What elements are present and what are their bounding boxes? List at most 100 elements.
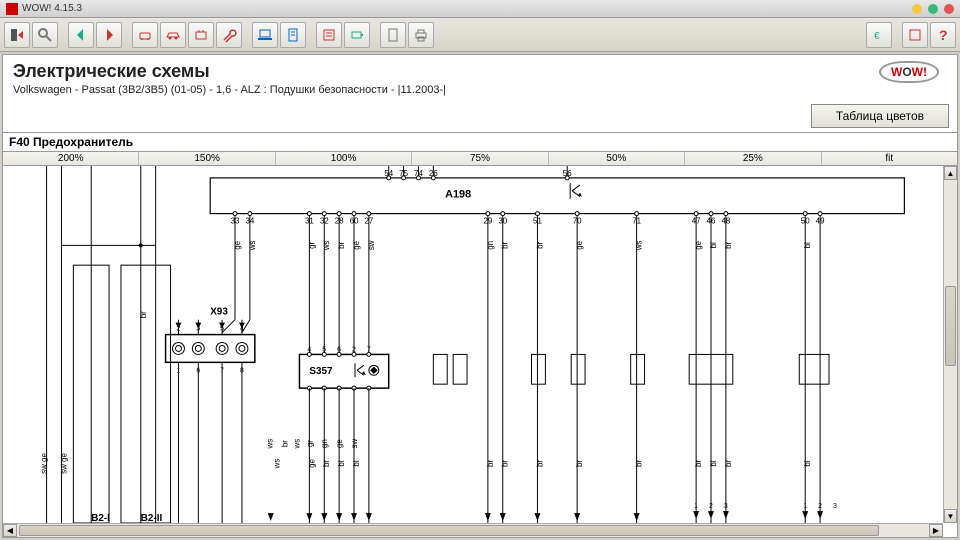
svg-text:3: 3 (833, 503, 837, 510)
hscroll-thumb[interactable] (19, 525, 879, 536)
svg-text:bl: bl (337, 460, 346, 466)
svg-text:bl: bl (352, 460, 361, 466)
svg-text:br: br (281, 440, 290, 447)
zoom-150[interactable]: 150% (139, 152, 275, 165)
svg-text:ge: ge (307, 459, 316, 468)
svg-text:?: ? (939, 27, 948, 43)
svg-text:2: 2 (818, 503, 822, 510)
component-bar[interactable]: F40 Предохранитель (3, 132, 957, 152)
svg-text:B2-I: B2-I (91, 513, 110, 523)
battery-icon[interactable] (344, 22, 370, 48)
car-front-icon[interactable] (132, 22, 158, 48)
exit-button[interactable] (4, 22, 30, 48)
zoom-100[interactable]: 100% (276, 152, 412, 165)
svg-text:sw: sw (367, 240, 376, 250)
titlebar: WOW! 4.15.3 (0, 0, 960, 18)
svg-text:bl: bl (803, 242, 812, 248)
zoom-75[interactable]: 75% (412, 152, 548, 165)
svg-text:br: br (501, 460, 510, 467)
document-icon[interactable] (280, 22, 306, 48)
svg-text:br: br (535, 241, 544, 248)
wow-logo: WOW! (879, 61, 939, 83)
svg-text:ge: ge (352, 240, 361, 249)
color-table-button[interactable]: Таблица цветов (811, 104, 949, 128)
window-title: WOW! 4.15.3 (22, 3, 912, 14)
svg-text:3: 3 (724, 503, 728, 510)
svg-text:br: br (535, 460, 544, 467)
toolbar: € ? (0, 18, 960, 52)
scroll-down-icon[interactable]: ▼ (944, 509, 957, 523)
forward-button[interactable] (96, 22, 122, 48)
svg-text:gn: gn (320, 439, 329, 448)
svg-text:ge: ge (233, 240, 242, 249)
minimize-button[interactable] (912, 4, 922, 14)
svg-text:gn: gn (486, 241, 495, 250)
svg-text:X93: X93 (210, 307, 228, 318)
svg-text:S357: S357 (309, 366, 333, 377)
tool-button-2[interactable] (32, 22, 58, 48)
scroll-left-icon[interactable]: ◀ (3, 524, 17, 537)
laptop-icon[interactable] (252, 22, 278, 48)
page-title: Электрические схемы (13, 61, 947, 82)
svg-text:bl: bl (803, 460, 812, 466)
svg-text:B2-II: B2-II (141, 513, 163, 523)
horizontal-scrollbar[interactable]: ◀ ▶ (3, 523, 943, 537)
svg-text:br: br (501, 241, 510, 248)
svg-text:bl: bl (709, 460, 718, 466)
zoom-50[interactable]: 50% (549, 152, 685, 165)
help-button[interactable]: ? (930, 22, 956, 48)
color-button-row: Таблица цветов (3, 102, 957, 132)
svg-text:ws: ws (266, 439, 275, 450)
zoom-200[interactable]: 200% (3, 152, 139, 165)
svg-text:1: 1 (694, 503, 698, 510)
wiring-diagram[interactable]: A198 54 75 74 26 56 (3, 166, 943, 523)
page-subtitle: Volkswagen - Passat (3B2/3B5) (01-05) - … (13, 84, 947, 96)
svg-text:A198: A198 (445, 189, 471, 201)
scroll-up-icon[interactable]: ▲ (944, 166, 957, 180)
svg-text:sw: sw (350, 439, 359, 449)
svg-text:br: br (694, 460, 703, 467)
wrench-icon[interactable] (216, 22, 242, 48)
svg-text:br: br (139, 311, 148, 318)
page-header: Электрические схемы Volkswagen - Passat … (3, 55, 957, 102)
zoom-25[interactable]: 25% (685, 152, 821, 165)
svg-text:gr: gr (307, 241, 316, 248)
close-button[interactable] (944, 4, 954, 14)
svg-text:ws: ws (248, 240, 257, 251)
svg-text:br: br (724, 241, 733, 248)
report-icon[interactable] (380, 22, 406, 48)
settings-icon[interactable] (902, 22, 928, 48)
car-side-icon[interactable] (160, 22, 186, 48)
svg-text:ws: ws (322, 240, 331, 251)
svg-text:gr: gr (305, 440, 314, 447)
svg-text:ws: ws (635, 240, 644, 251)
zoom-fit[interactable]: fit (822, 152, 957, 165)
diagram-viewport[interactable]: A198 54 75 74 26 56 (3, 166, 957, 537)
zoom-row: 200% 150% 100% 75% 50% 25% fit (3, 152, 957, 166)
svg-text:ge: ge (575, 240, 584, 249)
vscroll-thumb[interactable] (945, 286, 956, 366)
svg-text:1: 1 (803, 503, 807, 510)
svg-text:2: 2 (709, 503, 713, 510)
svg-text:sw ge: sw ge (59, 453, 68, 474)
engine-icon[interactable] (188, 22, 214, 48)
euro-icon[interactable]: € (866, 22, 892, 48)
svg-text:ge: ge (694, 240, 703, 249)
scroll-right-icon[interactable]: ▶ (929, 524, 943, 537)
window-controls (912, 4, 954, 14)
svg-text:ge: ge (335, 439, 344, 448)
back-button[interactable] (68, 22, 94, 48)
print-icon[interactable] (408, 22, 434, 48)
maximize-button[interactable] (928, 4, 938, 14)
content-pane: Электрические схемы Volkswagen - Passat … (2, 54, 958, 538)
svg-text:sw ge: sw ge (40, 453, 49, 474)
svg-text:bl: bl (709, 242, 718, 248)
notes-icon[interactable] (316, 22, 342, 48)
vertical-scrollbar[interactable]: ▲ ▼ (943, 166, 957, 523)
svg-text:br: br (322, 460, 331, 467)
svg-text:ws: ws (292, 439, 301, 450)
svg-text:br: br (575, 460, 584, 467)
svg-text:ws: ws (273, 459, 282, 470)
svg-text:br: br (486, 460, 495, 467)
app-icon (6, 3, 18, 15)
